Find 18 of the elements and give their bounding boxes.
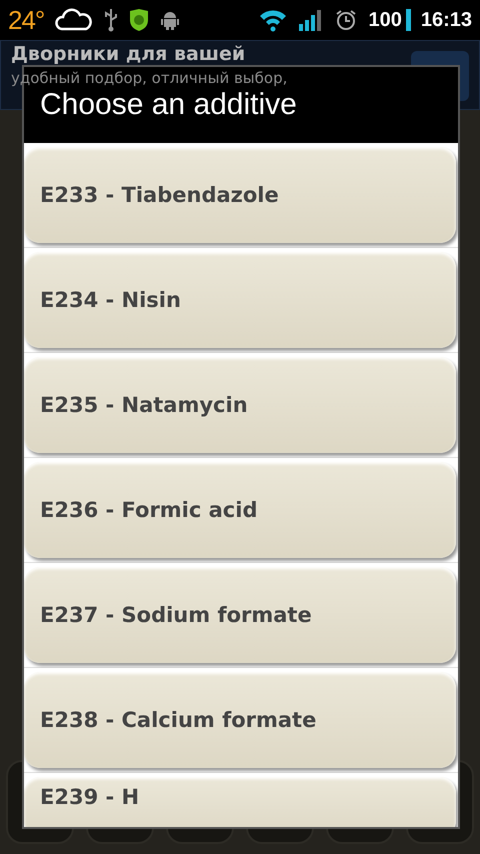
shield-icon xyxy=(128,8,150,32)
cloud-icon xyxy=(54,8,94,32)
temperature: 24° xyxy=(8,4,44,36)
clock: 16:13 xyxy=(420,8,472,32)
list-item[interactable]: E237 - Sodium formate xyxy=(24,567,456,663)
list-item[interactable]: E236 - Formic acid xyxy=(24,462,456,558)
usb-icon xyxy=(104,8,118,32)
ad-title: Дворники для вашей xyxy=(11,43,246,65)
alarm-icon xyxy=(334,8,358,32)
battery-level: 100 xyxy=(368,8,402,32)
android-icon xyxy=(160,9,180,31)
wifi-icon xyxy=(258,8,288,32)
list-item[interactable]: E238 - Calcium formate xyxy=(24,672,456,768)
list-item[interactable]: E235 - Natamycin xyxy=(24,357,456,453)
battery-icon xyxy=(406,9,411,31)
list-item[interactable]: E234 - Nisin xyxy=(24,252,456,348)
list-item[interactable]: E239 - H xyxy=(24,777,456,827)
list-item[interactable]: E233 - Tiabendazole xyxy=(24,147,456,243)
